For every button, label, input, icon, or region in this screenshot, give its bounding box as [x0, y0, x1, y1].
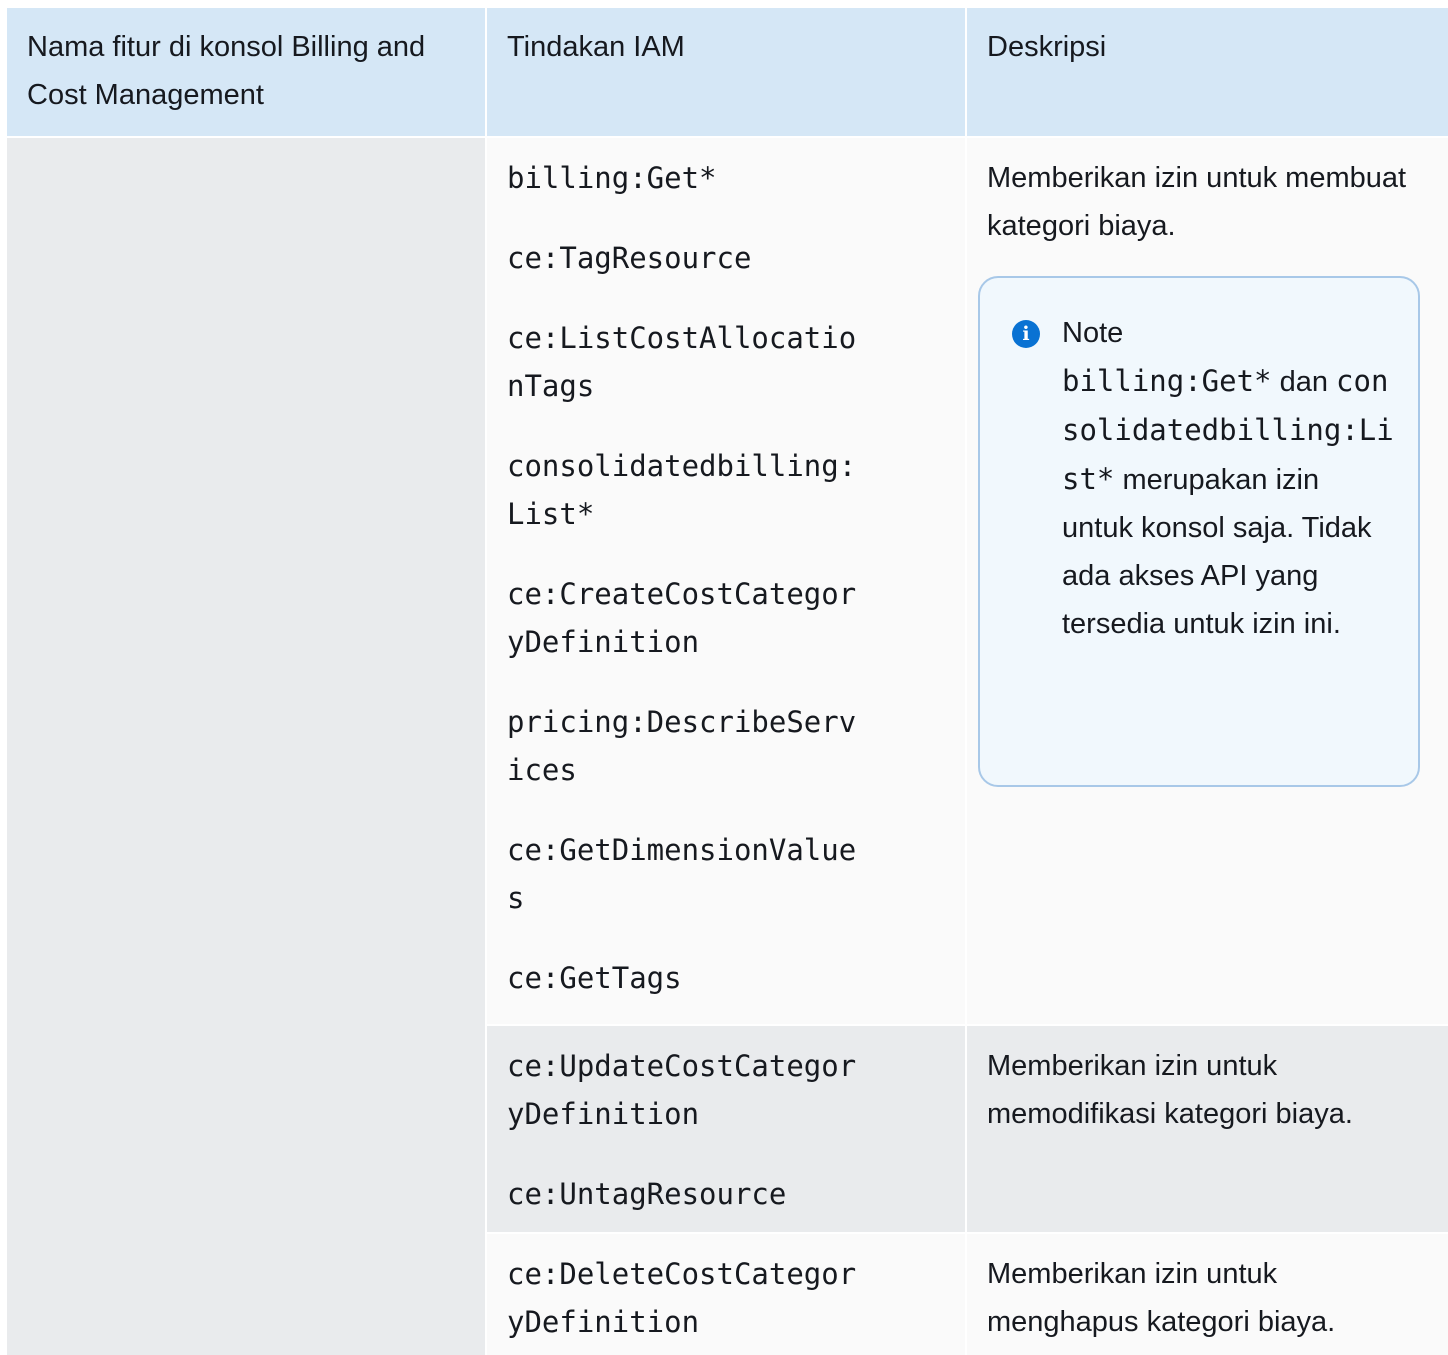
iam-action: billing:Get*	[507, 161, 717, 195]
table-row-2-description: Memberikan izin untuk memodifikasi kateg…	[967, 1026, 1448, 1232]
header-iam-action: Tindakan IAM	[487, 8, 965, 136]
header-description-label: Deskripsi	[987, 31, 1107, 63]
table-row-3-description: Memberikan izin untuk menghapus kategori…	[967, 1234, 1448, 1355]
note-code-billing: billing:Get*	[1062, 364, 1272, 398]
table-row-1-actions: billing:Get* ce:TagResource ce:ListCostA…	[487, 138, 965, 1024]
iam-action: ce:UntagResource	[507, 1177, 787, 1211]
note-title: Note	[1062, 317, 1124, 349]
iam-action: ce:CreateCostCategoryDefinition	[507, 577, 857, 659]
table-row-2-actions: ce:UpdateCostCategoryDefinition ce:Untag…	[487, 1026, 965, 1232]
description-text: Memberikan izin untuk membuat kategori b…	[987, 162, 1407, 242]
iam-action: ce:DeleteCostCategoryDefinition	[507, 1257, 857, 1339]
header-feature-label: Nama fitur di konsol Billing and Cost Ma…	[27, 31, 426, 111]
iam-action: ce:TagResource	[507, 241, 752, 275]
iam-action: ce:GetDimensionValues	[507, 833, 857, 915]
iam-action: ce:UpdateCostCategoryDefinition	[507, 1049, 857, 1131]
info-circle-icon: i	[1012, 320, 1040, 348]
table-row-3-actions: ce:DeleteCostCategoryDefinition	[487, 1234, 965, 1355]
note-body: billing:Get* dan consolidatedbilling:Lis…	[1062, 357, 1394, 648]
description-text: Memberikan izin untuk menghapus kategori…	[987, 1258, 1336, 1338]
note-callout: i Note billing:Get* dan consolidatedbill…	[978, 276, 1420, 787]
iam-action: ce:ListCostAllocationTags	[507, 321, 857, 403]
feature-name-cell	[7, 138, 485, 1355]
iam-action: consolidatedbilling:List*	[507, 449, 857, 531]
header-iam-action-label: Tindakan IAM	[507, 31, 685, 63]
header-description: Deskripsi	[967, 8, 1448, 136]
note-text-and: dan	[1279, 366, 1328, 398]
iam-action: pricing:DescribeServices	[507, 705, 857, 787]
description-text: Memberikan izin untuk memodifikasi kateg…	[987, 1050, 1353, 1130]
header-feature-name: Nama fitur di konsol Billing and Cost Ma…	[7, 8, 485, 136]
iam-action: ce:GetTags	[507, 961, 682, 995]
